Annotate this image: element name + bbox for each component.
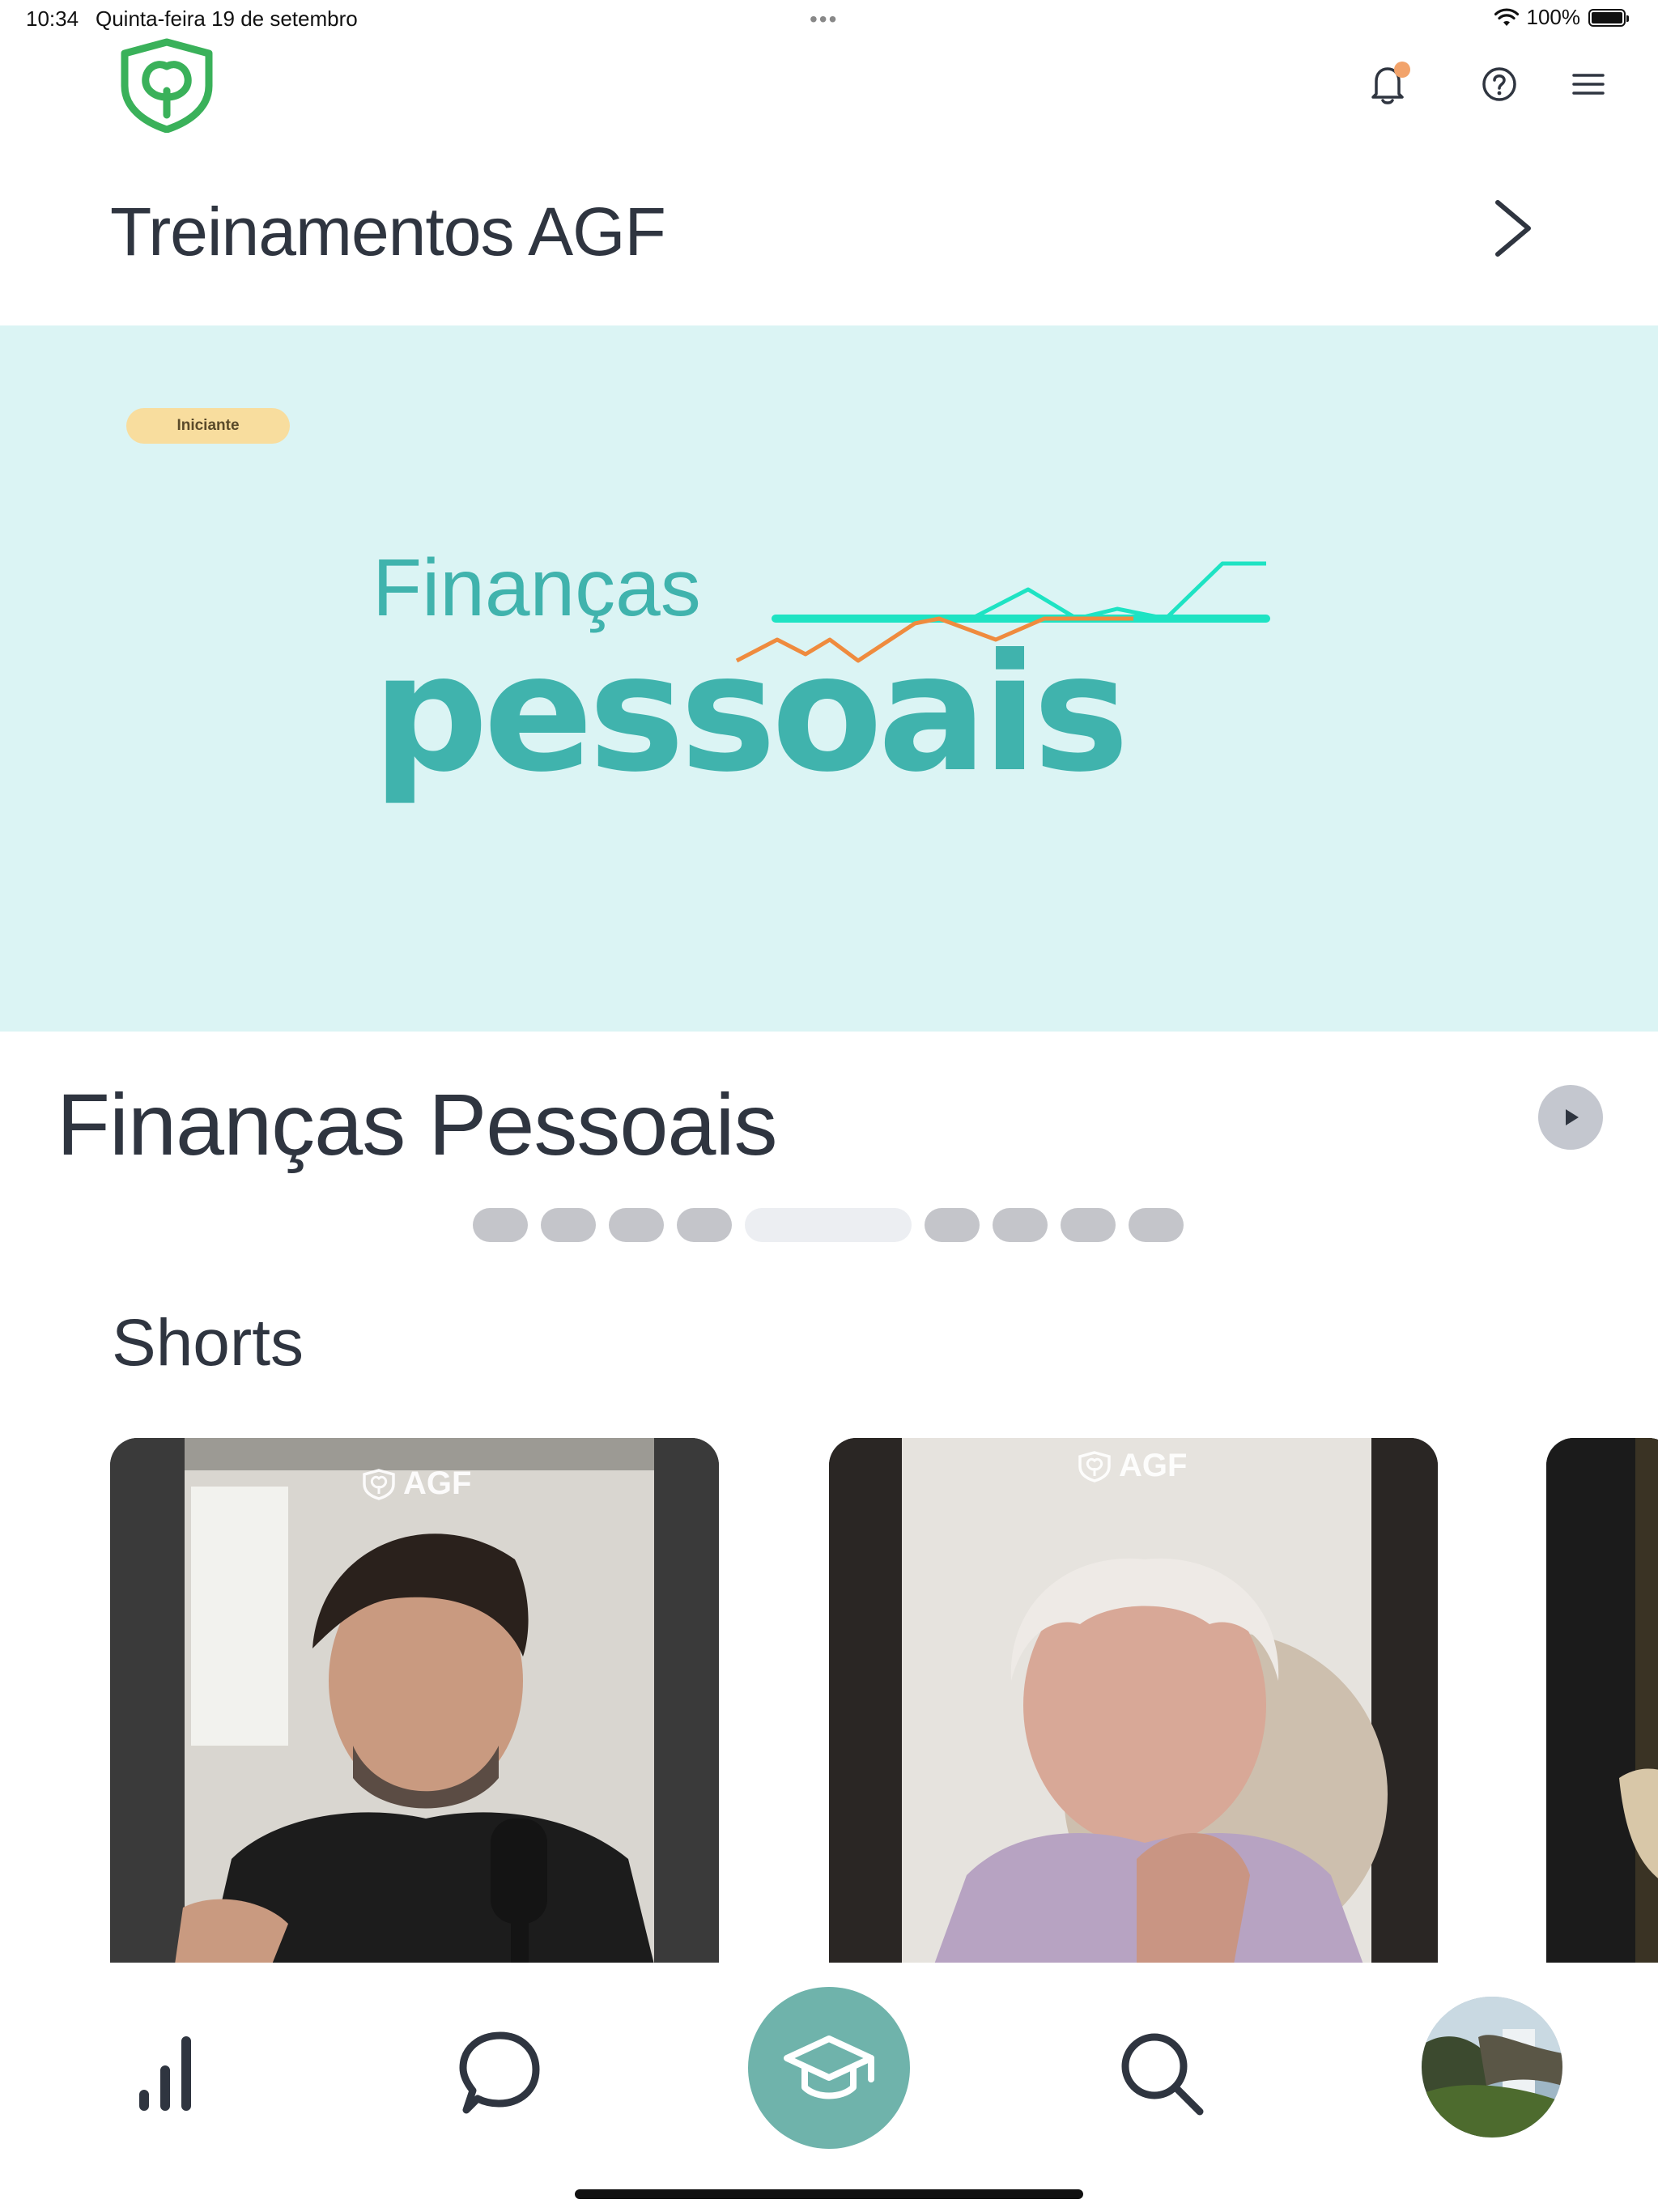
pager-dot[interactable] xyxy=(473,1208,528,1242)
battery-icon xyxy=(1588,8,1629,27)
home-indicator[interactable] xyxy=(575,2189,1083,2199)
tab-search[interactable] xyxy=(1104,2016,1218,2129)
battery-percent: 100% xyxy=(1526,5,1581,29)
short-video-card[interactable]: AGF xyxy=(110,1438,719,1964)
short-video-card[interactable]: AGF xyxy=(829,1438,1438,1964)
card-brand-text: AGF xyxy=(403,1465,472,1501)
notifications-button[interactable] xyxy=(1362,58,1414,110)
menu-button[interactable] xyxy=(1562,58,1614,110)
pager-dot[interactable] xyxy=(609,1208,664,1242)
pager-dot[interactable] xyxy=(993,1208,1048,1242)
graduation-cap-icon xyxy=(784,2035,874,2099)
notification-badge xyxy=(1394,62,1410,78)
tab-stats[interactable] xyxy=(108,2016,222,2129)
short-video-card[interactable] xyxy=(1546,1438,1658,1964)
pager-dot-active[interactable] xyxy=(745,1208,912,1242)
help-icon xyxy=(1482,67,1516,101)
search-icon xyxy=(1121,2033,1204,2116)
banner-word-2: pessoais xyxy=(372,619,1124,808)
status-indicators: 100% xyxy=(1494,5,1629,30)
video-thumbnail xyxy=(829,1438,1438,1964)
card-brand: AGF xyxy=(361,1465,471,1502)
multitask-dots[interactable]: ••• xyxy=(810,6,838,32)
status-time: 10:34 xyxy=(26,6,79,31)
level-badge: Iniciante xyxy=(126,408,290,444)
pager-dot[interactable] xyxy=(1061,1208,1116,1242)
agf-logo-icon xyxy=(1078,1450,1111,1482)
pager-dot[interactable] xyxy=(677,1208,732,1242)
card-brand: AGF xyxy=(1077,1448,1187,1484)
stats-icon xyxy=(139,2036,191,2111)
tab-learn[interactable] xyxy=(748,1987,910,2149)
pager-dot[interactable] xyxy=(925,1208,980,1242)
play-button[interactable] xyxy=(1538,1085,1603,1150)
profile-avatar[interactable] xyxy=(1422,1997,1562,2138)
chevron-right-icon xyxy=(1495,200,1531,257)
status-date: Quinta-feira 19 de setembro xyxy=(96,6,358,31)
see-all-button[interactable] xyxy=(1482,193,1546,266)
pager-dot[interactable] xyxy=(541,1208,596,1242)
pager-dot[interactable] xyxy=(1129,1208,1184,1242)
carousel-pager xyxy=(473,1208,1184,1242)
course-title: Finanças Pessoais xyxy=(57,1075,777,1173)
chat-icon xyxy=(459,2031,540,2114)
video-thumbnail xyxy=(1546,1438,1658,1964)
agf-logo-icon xyxy=(363,1468,395,1500)
tab-chat[interactable] xyxy=(442,2016,555,2129)
menu-icon xyxy=(1572,74,1605,95)
card-brand-text: AGF xyxy=(1119,1448,1188,1483)
wifi-icon xyxy=(1494,8,1519,26)
video-thumbnail xyxy=(110,1438,719,1964)
course-banner-art: Finanças pessoais xyxy=(356,534,1312,810)
play-icon xyxy=(1566,1109,1579,1125)
page-title: Treinamentos AGF xyxy=(110,194,666,270)
shorts-heading: Shorts xyxy=(112,1306,304,1380)
help-button[interactable] xyxy=(1473,58,1525,110)
logo-icon[interactable] xyxy=(113,37,220,134)
